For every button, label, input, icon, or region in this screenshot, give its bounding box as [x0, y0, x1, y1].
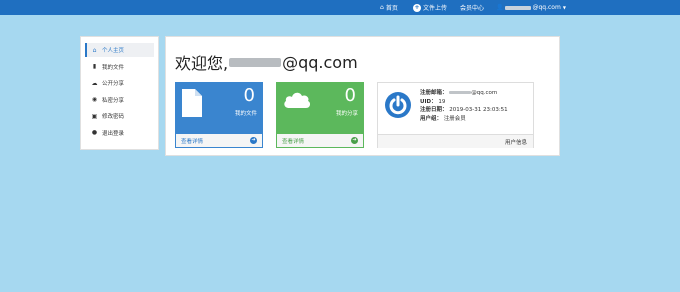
my-shares-label: 我的分享 — [335, 111, 358, 117]
nav-home-label: 首页 — [385, 5, 398, 12]
group-row: 用户组： 注册会员 — [420, 115, 508, 124]
welcome-heading: 欢迎您, @qq.com — [175, 50, 358, 74]
nav-user-label: @qq.com — [532, 4, 561, 11]
power-icon — [389, 95, 407, 115]
sidebar-item-change-password[interactable]: ▣ 修改密码 — [85, 109, 154, 123]
user-info-footer: 用户信息 — [378, 134, 533, 148]
nav-home-link[interactable]: ⌂ 首页 — [380, 0, 398, 15]
email-row: 注册邮箱： @qq.com — [420, 89, 508, 98]
sidebar-item-label: 退出登录 — [102, 130, 125, 137]
redacted-email — [505, 5, 532, 10]
date-label: 注册日期： — [420, 107, 448, 113]
nav-upload-label: 文件上传 — [423, 5, 448, 12]
sidebar-item-label: 私密分享 — [102, 97, 125, 104]
user-info-card: 注册邮箱： @qq.com UID： 19 注册日期： 2019-03-31 2… — [377, 82, 534, 148]
sidebar-item-label: 公开分享 — [102, 81, 125, 87]
arrow-right-icon: ➜ — [250, 137, 257, 144]
sidebar-item-public-share[interactable]: ☁ 公开分享 — [85, 76, 154, 90]
sidebar-item-logout[interactable]: ● 退出登录 — [85, 126, 154, 140]
my-shares-card: 0 我的分享 查看详情 ➜ — [276, 82, 364, 184]
file-icon: ▮ — [92, 63, 97, 70]
user-info-footer-label: 用户信息 — [504, 139, 527, 146]
caret-down-icon: ▼ — [562, 5, 566, 10]
my-shares-card-header: 0 我的分享 — [276, 82, 364, 134]
home-icon: ⌂ — [380, 4, 384, 11]
email-label: 注册邮箱： — [420, 90, 448, 96]
nav-member-link[interactable]: 会员中心 — [460, 0, 484, 15]
avatar — [385, 92, 411, 118]
my-files-card: 0 我的文件 查看详情 ➜ — [175, 82, 263, 184]
date-row: 注册日期： 2019-03-31 23:03:51 — [420, 106, 508, 115]
top-navbar — [0, 0, 680, 15]
my-files-count: 0 — [243, 85, 255, 106]
nav-member-label: 会员中心 — [460, 5, 485, 12]
sidebar-item-private-share[interactable]: ◉ 私密分享 — [85, 93, 154, 107]
details-link-label: 查看详情 — [181, 138, 204, 145]
nav-user-menu[interactable]: 👤 @qq.com ▼ — [496, 0, 566, 15]
my-files-details-link[interactable]: 查看详情 ➜ — [175, 134, 263, 148]
lock-icon: ▣ — [91, 112, 98, 120]
sidebar-item-label: 修改密码 — [102, 114, 125, 120]
welcome-suffix: @qq.com — [282, 52, 358, 72]
my-files-label: 我的文件 — [234, 111, 257, 117]
uid-label: UID： — [420, 98, 437, 105]
arrow-right-icon: ➜ — [351, 137, 358, 144]
my-shares-details-link[interactable]: 查看详情 ➜ — [276, 134, 364, 148]
sidebar-item-home[interactable]: ⌂ 个人主页 — [85, 43, 154, 57]
group-value: 注册会员 — [443, 115, 466, 122]
user-info-body: 注册邮箱： @qq.com UID： 19 注册日期： 2019-03-31 2… — [378, 83, 533, 134]
my-files-card-header: 0 我的文件 — [175, 82, 263, 134]
main-panel: 欢迎您, @qq.com 0 我的文件 查看详情 ➜ 0 我的分享 查看详情 ➜… — [165, 36, 560, 156]
my-shares-count: 0 — [344, 85, 356, 106]
group-label: 用户组： — [420, 115, 443, 122]
sidebar-item-label: 我的文件 — [102, 64, 125, 71]
eye-slash-icon: ◉ — [91, 96, 98, 103]
file-icon — [182, 89, 202, 117]
redacted-email — [449, 91, 472, 94]
sidebar-item-label: 个人主页 — [102, 48, 125, 54]
user-icon: 👤 — [496, 4, 504, 11]
details-link-label: 查看详情 — [282, 138, 305, 145]
uid-value: 19 — [438, 98, 446, 105]
cloud-icon: ☁ — [91, 79, 98, 87]
uid-row: UID： 19 — [420, 98, 508, 107]
sidebar: ⌂ 个人主页 ▮ 我的文件 ☁ 公开分享 ◉ 私密分享 ▣ 修改密码 ● 退出登… — [80, 36, 159, 150]
upload-icon: + — [413, 3, 421, 12]
redacted-email — [229, 57, 282, 67]
home-icon: ⌂ — [92, 46, 97, 54]
nav-upload-link[interactable]: + 文件上传 — [413, 0, 447, 15]
cloud-icon — [284, 92, 311, 108]
welcome-prefix: 欢迎您, — [175, 54, 229, 73]
email-value: @qq.com — [471, 90, 498, 96]
power-icon: ● — [91, 129, 98, 136]
user-info-text: 注册邮箱： @qq.com UID： 19 注册日期： 2019-03-31 2… — [420, 89, 508, 123]
date-value: 2019-03-31 23:03:51 — [449, 107, 508, 113]
sidebar-item-my-files[interactable]: ▮ 我的文件 — [85, 60, 154, 74]
